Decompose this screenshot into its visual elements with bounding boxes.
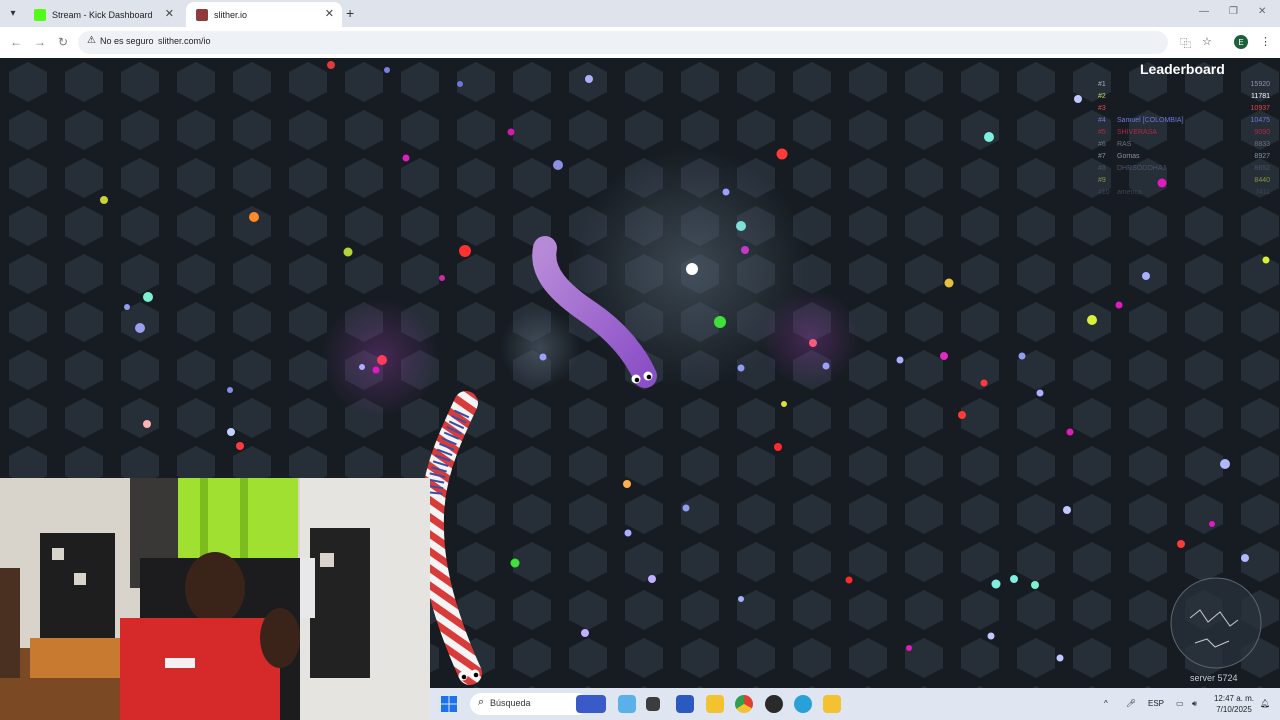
tab-title: Stream - Kick Dashboard (52, 9, 153, 20)
clock-date: 7/10/2025 (1216, 705, 1252, 714)
leaderboard-score: 10937 (1250, 105, 1270, 112)
widget-icon[interactable] (576, 695, 606, 713)
search-icon: ⌕ (478, 696, 485, 708)
leaderboard-score: 11781 (1251, 93, 1270, 100)
microphone-icon[interactable]: 🎤︎ (1126, 699, 1136, 708)
omnibox[interactable]: ⚠ No es seguro slither.com/io (78, 31, 1168, 54)
leaderboard-score: 9090 (1254, 129, 1270, 136)
search-placeholder: Búsqueda (490, 698, 531, 708)
tab-kick-dashboard[interactable]: Stream - Kick Dashboard ✕ (24, 2, 182, 27)
leaderboard-score: 8440 (1254, 177, 1270, 184)
warning-icon[interactable]: ⚠ (87, 35, 96, 46)
restore-icon[interactable]: ❐ (1229, 6, 1238, 17)
task-view-icon[interactable] (646, 697, 660, 711)
show-hidden-icons-icon[interactable]: ^ (1104, 699, 1108, 708)
leaderboard-rank: #8 (1098, 165, 1106, 172)
tab-strip: ▾ Stream - Kick Dashboard ✕ slither.io ✕… (0, 0, 1280, 27)
minimize-icon[interactable]: — (1199, 6, 1209, 17)
leaderboard-rank: #4 (1098, 117, 1106, 124)
leaderboard-rank: #7 (1098, 153, 1106, 160)
menu-kebab-icon[interactable]: ⋮ (1260, 35, 1271, 48)
leaderboard-rank: #6 (1098, 141, 1106, 148)
leaderboard-rank: #10 (1098, 189, 1110, 196)
new-tab-button[interactable]: + (346, 5, 354, 21)
taskbar-clock[interactable]: 12:47 a. m. 7/10/2025 (1210, 693, 1258, 715)
address-toolbar: ← → ↻ ⚠ No es seguro slither.com/io ⿻ ☆ … (0, 27, 1280, 58)
leaderboard-score: 8652 (1254, 165, 1270, 172)
leaderboard-rank: #5 (1098, 129, 1106, 136)
file-explorer-icon[interactable] (706, 695, 724, 713)
network-icon[interactable]: ▭ (1176, 699, 1184, 708)
tab-search-icon[interactable]: ▾ (4, 4, 22, 22)
leaderboard-score: 8833 (1254, 141, 1270, 148)
slither-favicon-icon (196, 8, 208, 21)
profile-avatar[interactable]: E (1234, 35, 1248, 49)
leaderboard-name: SHIVERASA (1117, 129, 1158, 136)
leaderboard-title: Leaderboard (1140, 61, 1225, 77)
clock-time: 12:47 a. m. (1213, 694, 1255, 703)
webcam-image (0, 478, 430, 720)
security-label[interactable]: No es seguro (100, 36, 154, 46)
translate-icon[interactable]: ⿻ (1180, 35, 1191, 51)
notification-icon[interactable]: 🔔︎ (1260, 699, 1270, 708)
windows-taskbar: ⌕ Búsqueda ^ 🎤︎ ESP ▭ 🔊︎ 12:47 a. m. 7/1… (430, 688, 1280, 720)
tab-slither[interactable]: slither.io ✕ (186, 2, 342, 27)
leaderboard-name: Samuel [COLOMBIA] (1117, 117, 1184, 124)
volume-icon[interactable]: 🔊︎ (1192, 699, 1197, 709)
tab-title: slither.io (214, 9, 248, 20)
leaderboard-score: 15920 (1250, 81, 1270, 88)
leaderboard-name: DHRSODOHAJ (1117, 165, 1167, 172)
leaderboard-name: america (1117, 189, 1142, 196)
url-text[interactable]: slither.com/io (158, 36, 211, 46)
widgets-app-icon[interactable] (618, 695, 636, 713)
taskbar-search[interactable]: ⌕ Búsqueda (470, 693, 588, 715)
close-tab-icon[interactable]: ✕ (325, 7, 334, 20)
leaderboard-rank: #2 (1098, 93, 1106, 100)
leaderboard-rank: #3 (1098, 105, 1106, 112)
leaderboard-rank: #9 (1098, 177, 1106, 184)
chrome-icon[interactable] (735, 695, 753, 713)
leaderboard-name: RAS (1117, 141, 1132, 148)
leaderboard-score: 7411 (1254, 189, 1270, 196)
server-label: server 5724 (1190, 673, 1238, 683)
bookmark-star-icon[interactable]: ☆ (1202, 35, 1212, 48)
forward-icon[interactable]: → (34, 35, 46, 49)
close-tab-icon[interactable]: ✕ (165, 7, 174, 20)
leaderboard-score: 8927 (1254, 153, 1270, 160)
language-indicator[interactable]: ESP (1148, 699, 1164, 708)
store-icon[interactable] (676, 695, 694, 713)
leaderboard-rank: #1 (1098, 81, 1106, 88)
kick-favicon-icon (34, 8, 46, 21)
app-icon[interactable] (823, 695, 841, 713)
webcam-overlay (0, 478, 430, 720)
reload-icon[interactable]: ↻ (58, 35, 68, 49)
leaderboard-score: 10475 (1250, 117, 1270, 124)
leaderboard-name: Gomas (1117, 153, 1140, 160)
back-icon[interactable]: ← (10, 35, 22, 49)
obs-icon[interactable] (765, 695, 783, 713)
windows-start-icon[interactable] (440, 695, 458, 713)
window-close-icon[interactable]: ✕ (1258, 6, 1266, 17)
edge-icon[interactable] (794, 695, 812, 713)
